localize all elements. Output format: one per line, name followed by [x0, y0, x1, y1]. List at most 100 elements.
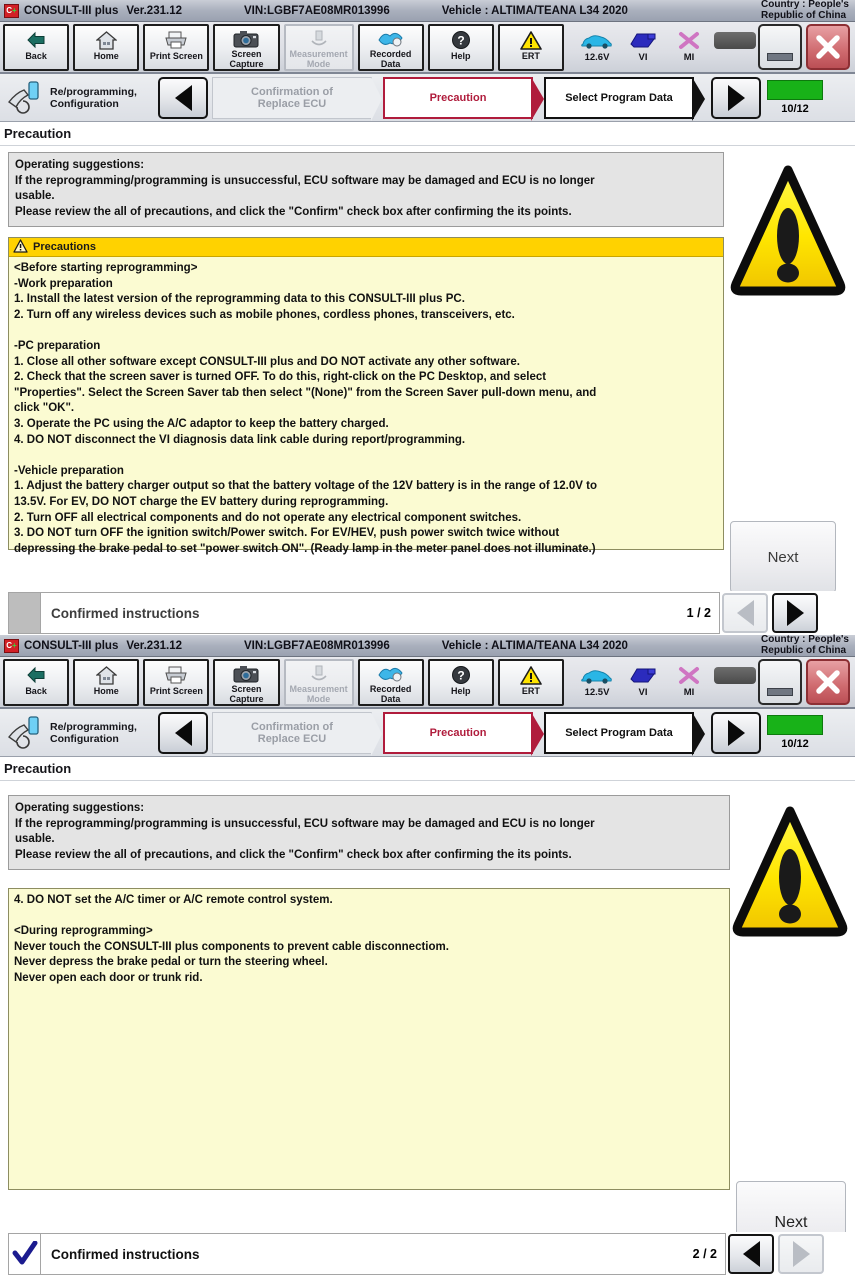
progress-bar-fill [767, 715, 823, 735]
confirmed-instructions-checkbox-panel-1[interactable] [9, 593, 41, 633]
screen-capture-button[interactable]: Screen Capture [213, 659, 280, 706]
workflow-progress-panel-2: 10/12 [767, 715, 823, 750]
measurement-mode-button[interactable]: Measurement Mode [283, 659, 354, 706]
triangle-left-icon [174, 84, 192, 111]
recorded-data-button[interactable]: Recorded Data [357, 24, 424, 71]
home-icon [95, 29, 117, 51]
app-name: CONSULT-III plus [24, 4, 119, 17]
print-screen-button[interactable]: Print Screen [143, 24, 210, 71]
home-button-label: Home [93, 51, 119, 61]
precautions-header: Precautions [9, 238, 723, 257]
close-button[interactable] [806, 24, 850, 70]
page-nav-panel-1 [722, 593, 818, 633]
page-prev-button-panel-1[interactable] [722, 593, 768, 633]
minimize-icon [767, 688, 793, 696]
camera-icon [233, 664, 259, 684]
measurement-icon [309, 29, 329, 49]
workflow-step-select-program-data[interactable]: Select Program Data [544, 711, 705, 756]
close-button[interactable] [806, 659, 850, 705]
confirm-instructions-row-panel-2[interactable]: Confirmed instructions 2 / 2 [8, 1233, 726, 1275]
recorded-data-button[interactable]: Recorded Data [357, 659, 424, 706]
workflow-step-select-program-data[interactable]: Select Program Data [544, 76, 705, 121]
next-button-panel-1[interactable]: Next [730, 521, 836, 593]
back-arrow-icon [25, 664, 47, 686]
confirmed-instructions-label: Confirmed instructions [51, 605, 200, 621]
mi-label: MI [683, 687, 695, 698]
check-mark-icon [12, 1241, 37, 1265]
triangle-left-icon [174, 719, 192, 746]
page-counter-panel-2: 2 / 2 [692, 1247, 717, 1261]
workflow-next-button[interactable] [711, 76, 761, 119]
confirm-instructions-row-panel-1[interactable]: Confirmed instructions 1 / 2 [8, 592, 720, 634]
home-button[interactable]: Home [73, 24, 140, 71]
minimize-button[interactable] [758, 659, 802, 705]
ert-button[interactable]: ERT [497, 659, 564, 706]
workflow-prev-button[interactable] [158, 711, 208, 754]
print-screen-button[interactable]: Print Screen [143, 659, 210, 706]
svg-text:?: ? [457, 34, 464, 48]
vehicle-voltage-status: 12.5V [574, 659, 620, 698]
camera-icon [233, 29, 259, 49]
page-prev-button-panel-2[interactable] [728, 1234, 774, 1274]
ert-button-label: ERT [521, 686, 540, 696]
main-toolbar-panel-2: Back Home Print Screen Screen Capture Mea… [0, 657, 855, 709]
workflow-steps: Confirmation of Replace ECU Precaution Se… [212, 76, 707, 121]
help-button-label: Help [451, 686, 471, 696]
bottom-bar-panel-2: Confirmed instructions 2 / 2 [0, 1232, 855, 1276]
vehicle-label: Vehicle : ALTIMA/TEANA L34 2020 [441, 639, 628, 652]
vi-label: VI [638, 687, 648, 698]
help-button[interactable]: ? Help [427, 659, 494, 706]
workflow-step-confirmation-of-replace-ecu[interactable]: Confirmation of Replace ECU [212, 711, 382, 756]
voltage-value: 12.6V [584, 52, 610, 63]
vin-label: VIN:LGBF7AE08MR013996 [244, 639, 390, 652]
page-next-button-panel-2[interactable] [778, 1234, 824, 1274]
workflow-step-confirmation-of-replace-ecu[interactable]: Confirmation of Replace ECU [212, 76, 382, 121]
car-icon [574, 663, 620, 687]
confirmed-instructions-checkbox-panel-2[interactable] [9, 1234, 41, 1274]
minimize-button[interactable] [758, 24, 802, 70]
back-button[interactable]: Back [3, 24, 70, 71]
measurement-mode-button-label: Measurement Mode [289, 684, 348, 704]
measurement-icon [309, 664, 329, 684]
c3-logo-icon: C + [4, 3, 19, 18]
window-buttons-panel-2 [758, 659, 852, 705]
battery-status [712, 659, 758, 684]
screen-capture-button-label: Screen Capture [229, 684, 264, 704]
print-screen-button-label: Print Screen [149, 686, 203, 696]
workflow-progress: 10/12 [767, 80, 823, 115]
home-button[interactable]: Home [73, 659, 140, 706]
app-name: CONSULT-III plus [24, 639, 119, 652]
vin-label: VIN:LGBF7AE08MR013996 [244, 4, 390, 17]
triangle-right-icon [727, 84, 745, 111]
help-icon: ? [451, 664, 471, 686]
operating-suggestions-box: Operating suggestions: If the reprogramm… [8, 152, 724, 227]
triangle-left-icon [736, 600, 754, 626]
content-area-panel-1: Operating suggestions: If the reprogramm… [0, 146, 855, 593]
vehicle-voltage-status: 12.6V [574, 24, 620, 63]
print-screen-button-label: Print Screen [149, 51, 203, 61]
ert-button[interactable]: ERT [497, 24, 564, 71]
back-button[interactable]: Back [3, 659, 70, 706]
measurement-mode-button-label: Measurement Mode [289, 49, 348, 69]
reprogramming-icon [4, 713, 50, 753]
page-next-button-panel-1[interactable] [772, 593, 818, 633]
help-button[interactable]: ? Help [427, 24, 494, 71]
screen-capture-button[interactable]: Screen Capture [213, 24, 280, 71]
workflow-step-precaution[interactable]: Precaution [383, 711, 544, 756]
measurement-mode-button[interactable]: Measurement Mode [283, 24, 354, 71]
workflow-next-button[interactable] [711, 711, 761, 754]
vehicle-label: Vehicle : ALTIMA/TEANA L34 2020 [441, 4, 628, 17]
workflow-step-precaution[interactable]: Precaution [383, 76, 544, 121]
bottom-bar-panel-1: Confirmed instructions 1 / 2 [0, 591, 855, 635]
workflow-steps-panel-2: Confirmation of Replace ECU Precaution Se… [212, 711, 707, 756]
ert-warning-icon [520, 29, 542, 51]
vi-icon [620, 28, 666, 52]
recorded-data-button-label: Recorded Data [369, 49, 412, 69]
battery-icon [714, 667, 756, 684]
workflow-prev-button[interactable] [158, 76, 208, 119]
progress-count: 10/12 [781, 738, 809, 750]
vi-icon [620, 663, 666, 687]
